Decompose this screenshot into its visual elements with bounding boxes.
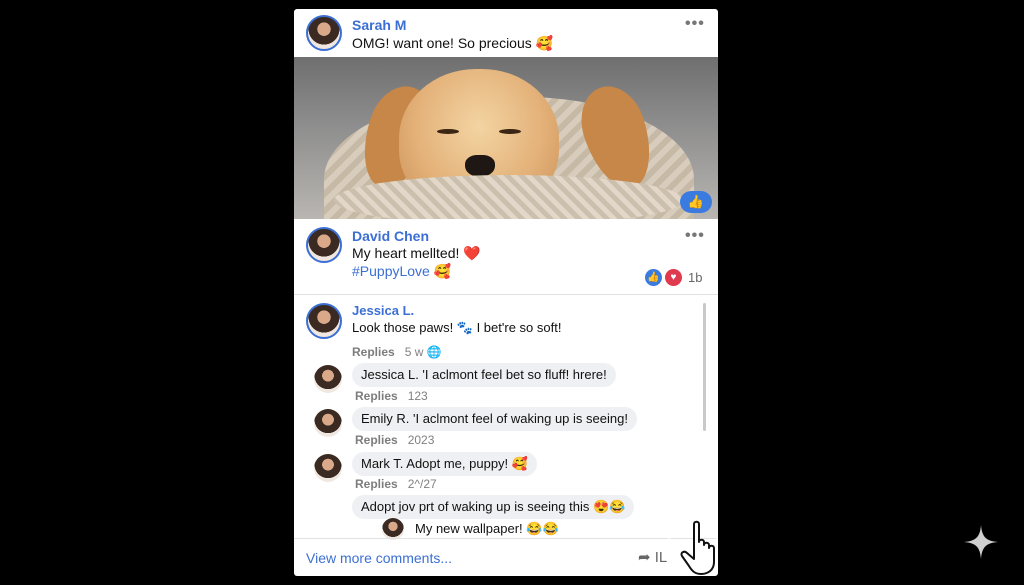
comment-line1: My heart mellted! ❤️ [352,245,481,261]
reply-bubble-3: Mark T. Adopt me, puppy! 🥰 [352,452,537,476]
reply-bubble-2: Emily R. 'I aclmont feel of waking up is… [352,407,637,431]
thread-time: 5 w [404,345,424,359]
reply-bubble-1: Jessica L. 'I aclmont feel bet so fluff!… [352,363,616,387]
comments-footer: View more comments... ➦ IL [294,538,718,576]
thread-author[interactable]: Jessica L. [352,303,414,318]
love-reaction-icon: ♥ [665,269,682,286]
thread-text: Look those paws! 🐾 I bet're so soft! [352,320,562,335]
like-badge-icon[interactable]: 👍 [680,191,712,213]
jessica-avatar[interactable] [306,303,342,339]
reply-avatar-1[interactable] [314,365,342,393]
reply-avatar-5[interactable] [382,518,404,540]
reply-replies-link-2[interactable]: Replies [355,433,398,447]
post-text: OMG! want one! So precious 🥰 [352,35,554,51]
comment-hashtag[interactable]: #PuppyLove 🥰 [352,263,451,280]
reply-avatar-3[interactable] [314,454,342,482]
reply-replies-link-1[interactable]: Replies [355,389,398,403]
like-reaction-icon: 👍 [645,269,662,286]
replies-link[interactable]: Replies [352,345,395,359]
reply-meta-2: Replies 2023 [355,433,434,447]
basket-rim [334,175,684,219]
more-options-icon[interactable]: ••• [685,15,705,33]
reply-meta-value-2: 2023 [407,433,435,447]
reply-meta-1: Replies 123 [355,389,428,403]
sarah-avatar[interactable] [306,15,342,51]
divider [294,294,718,295]
post-header: Sarah M OMG! want one! So precious 🥰 ••• [294,9,718,57]
hand-cursor-icon [680,520,715,575]
globe-icon: 🌐 [426,345,442,359]
reaction-count: 1b [688,270,703,285]
post-photo[interactable]: 👍 [294,57,718,219]
scrollbar[interactable] [703,303,706,431]
post-card: Sarah M OMG! want one! So precious 🥰 •••… [294,9,718,576]
reply-meta-value-3: 2^/27 [407,477,437,491]
share-icon: ➦ [638,549,651,566]
reply-avatar-2[interactable] [314,409,342,437]
comment-more-options-icon[interactable]: ••• [685,227,705,245]
thread-meta: Replies 5 w 🌐 [352,345,442,359]
david-avatar[interactable] [306,227,342,263]
reaction-summary[interactable]: 👍 ♥ 1b [645,269,702,286]
puppy-eye-right [499,129,521,134]
reply-replies-link-3[interactable]: Replies [355,477,398,491]
puppy-eye-left [437,129,459,134]
reply-bubble-4: Adopt jov prt of waking up is seeing thi… [352,495,635,519]
reply-meta-value-1: 123 [407,389,428,403]
view-more-comments-link[interactable]: View more comments... [306,550,452,566]
last-reply-text: My new wallpaper! 😂😂 [415,521,559,536]
puppy-nose [465,155,495,177]
post-author[interactable]: Sarah M [352,17,406,33]
reply-meta-3: Replies 2^/27 [355,477,437,491]
share-label: IL [654,549,668,566]
comment-author[interactable]: David Chen [352,228,429,244]
share-button[interactable]: ➦ IL [638,548,667,566]
sparkle-icon [964,525,998,559]
